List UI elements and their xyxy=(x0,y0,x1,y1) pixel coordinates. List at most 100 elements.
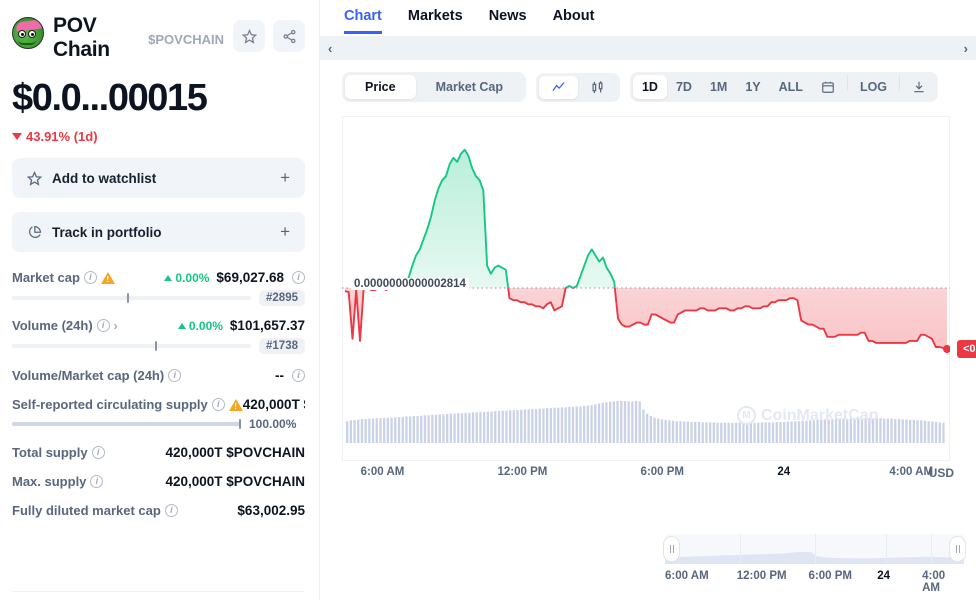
download-chart-button[interactable] xyxy=(903,75,935,99)
chart-toolbar: Price Market Cap 1D 7D 1M 1Y ALL LOG xyxy=(320,60,976,102)
tab-scroll-bar: ‹ › xyxy=(320,36,976,60)
navigator-handle-right[interactable] xyxy=(949,536,966,562)
line-chart-icon xyxy=(552,81,565,91)
star-icon xyxy=(27,170,42,186)
stat-value: 420,000T $POVCHAIN xyxy=(165,445,305,461)
candlestick-chart-type-button[interactable] xyxy=(578,76,617,99)
sidebar-divider xyxy=(12,591,305,592)
tab-news[interactable]: News xyxy=(489,8,527,34)
calendar-range-button[interactable] xyxy=(812,75,844,99)
stat-total-supply: Total supply i 420,000T $POVCHAIN xyxy=(12,445,305,460)
metric-toggle-group: Price Market Cap xyxy=(342,72,526,102)
warning-icon xyxy=(228,398,243,411)
caret-up-icon xyxy=(164,274,173,281)
stat-max-supply: Max. supply i 420,000T $POVCHAIN xyxy=(12,474,305,489)
stat-label: Total supply xyxy=(12,445,88,461)
range-1m-button[interactable]: 1M xyxy=(701,75,736,99)
navigator-x-axis-tick: 24 xyxy=(877,570,891,582)
info-icon[interactable]: i xyxy=(292,369,305,383)
toolbar-divider xyxy=(899,75,901,91)
log-scale-button[interactable]: LOG xyxy=(851,75,896,99)
coin-detail-page: POV Chain $POVCHAIN $0.0...00015 43.91% … xyxy=(0,0,976,600)
download-icon xyxy=(914,81,924,93)
stat-value: 420,000T $POVCHAIN xyxy=(242,397,305,413)
caret-up-icon xyxy=(177,322,186,329)
range-1y-button[interactable]: 1Y xyxy=(736,75,769,99)
stat-label: Volume (24h) xyxy=(12,318,93,334)
stat-label: Self-reported circulating supply xyxy=(12,397,208,413)
price-toggle-button[interactable]: Price xyxy=(345,75,416,99)
stat-fully-diluted-market-cap: Fully diluted market cap i $63,002.95 xyxy=(12,503,305,518)
pepe-frog-avatar-icon xyxy=(12,17,44,49)
currency-label: USD xyxy=(928,466,954,480)
info-icon[interactable]: i xyxy=(164,504,178,518)
chevron-right-icon[interactable]: › xyxy=(114,319,118,333)
supply-progress-bar xyxy=(12,419,241,430)
scroll-right-icon[interactable]: › xyxy=(964,41,968,56)
stat-market-cap: Market cap i 0.00% $69,027.68 i #2895 xyxy=(12,270,305,307)
price-chart[interactable]: 0.0000000000002814 <0.000000001 M CoinMa… xyxy=(342,116,976,480)
navigator-handle-left[interactable] xyxy=(663,536,680,562)
share-button[interactable] xyxy=(273,20,305,52)
add-icon[interactable]: + xyxy=(280,222,290,242)
price-change: 43.91% (1d) xyxy=(12,129,305,144)
supply-percent: 100.00% xyxy=(249,417,297,432)
info-icon[interactable]: i xyxy=(83,271,97,285)
info-icon[interactable]: i xyxy=(211,398,225,412)
chart-panel: Chart Markets News About ‹ › Price Marke… xyxy=(320,0,976,600)
x-axis-tick: 6:00 PM xyxy=(640,466,685,478)
info-icon[interactable]: i xyxy=(96,319,110,333)
tab-markets[interactable]: Markets xyxy=(408,8,463,34)
chart-range-navigator[interactable] xyxy=(663,534,966,564)
stat-change-value: 0.00% xyxy=(175,270,210,285)
stat-change: 0.00% xyxy=(164,271,209,285)
x-axis-tick: 6:00 AM xyxy=(360,466,405,478)
x-axis-tick: 12:00 PM xyxy=(497,466,548,478)
section-tabs: Chart Markets News About xyxy=(320,0,976,34)
coin-ticker: $POVCHAIN xyxy=(148,32,224,47)
range-all-button[interactable]: ALL xyxy=(770,75,812,99)
market-cap-toggle-button[interactable]: Market Cap xyxy=(416,75,523,99)
range-7d-button[interactable]: 7D xyxy=(667,75,701,99)
navigator-x-axis-tick: 4:00 AM xyxy=(922,570,946,594)
add-to-watchlist-button[interactable]: Add to watchlist + xyxy=(12,158,305,199)
scroll-left-icon[interactable]: ‹ xyxy=(328,41,332,56)
header-actions xyxy=(233,20,305,52)
volume-slider[interactable] xyxy=(12,341,252,352)
info-icon[interactable]: i xyxy=(292,271,305,285)
x-axis-tick: 24 xyxy=(777,466,791,478)
navigator-x-axis-tick: 6:00 AM xyxy=(665,570,709,582)
coin-info-sidebar: POV Chain $POVCHAIN $0.0...00015 43.91% … xyxy=(0,0,320,600)
market-cap-slider[interactable] xyxy=(12,293,252,304)
tab-chart[interactable]: Chart xyxy=(344,8,382,34)
stat-change: 0.00% xyxy=(177,318,223,333)
stat-value: $63,002.95 xyxy=(237,503,305,519)
info-icon[interactable]: i xyxy=(90,475,104,489)
calendar-icon xyxy=(822,81,834,93)
track-in-portfolio-button[interactable]: Track in portfolio + xyxy=(12,212,305,253)
stat-change-value: 0.00% xyxy=(188,318,223,333)
add-icon[interactable]: + xyxy=(280,168,290,188)
stat-label: Volume/Market cap (24h) xyxy=(12,368,165,384)
line-chart-type-button[interactable] xyxy=(538,75,578,99)
coin-name: POV Chain xyxy=(53,14,110,61)
info-icon[interactable]: i xyxy=(168,369,182,383)
stat-self-reported-supply: Self-reported circulating supply i 420,0… xyxy=(12,397,305,431)
range-1d-button[interactable]: 1D xyxy=(632,75,667,99)
stat-label: Fully diluted market cap xyxy=(12,503,161,519)
navigator-x-axis-tick: 6:00 PM xyxy=(808,570,852,582)
time-range-group: 1D 7D 1M 1Y ALL LOG xyxy=(629,72,939,102)
tab-about[interactable]: About xyxy=(553,8,595,34)
market-cap-rank-badge: #2895 xyxy=(259,290,305,307)
caret-down-icon xyxy=(12,133,22,141)
add-to-watchlist-label: Add to watchlist xyxy=(52,170,157,186)
toolbar-divider xyxy=(846,75,848,91)
reference-line-label: 0.0000000000002814 xyxy=(351,278,469,290)
navigator-x-axis-tick: 12:00 PM xyxy=(736,570,787,582)
candlestick-icon xyxy=(592,80,603,93)
current-price-badge: <0.000000001 xyxy=(957,340,976,358)
warning-icon xyxy=(100,271,115,284)
star-watchlist-button[interactable] xyxy=(233,20,265,52)
info-icon[interactable]: i xyxy=(91,446,105,460)
volume-rank-badge: #1738 xyxy=(259,338,305,355)
